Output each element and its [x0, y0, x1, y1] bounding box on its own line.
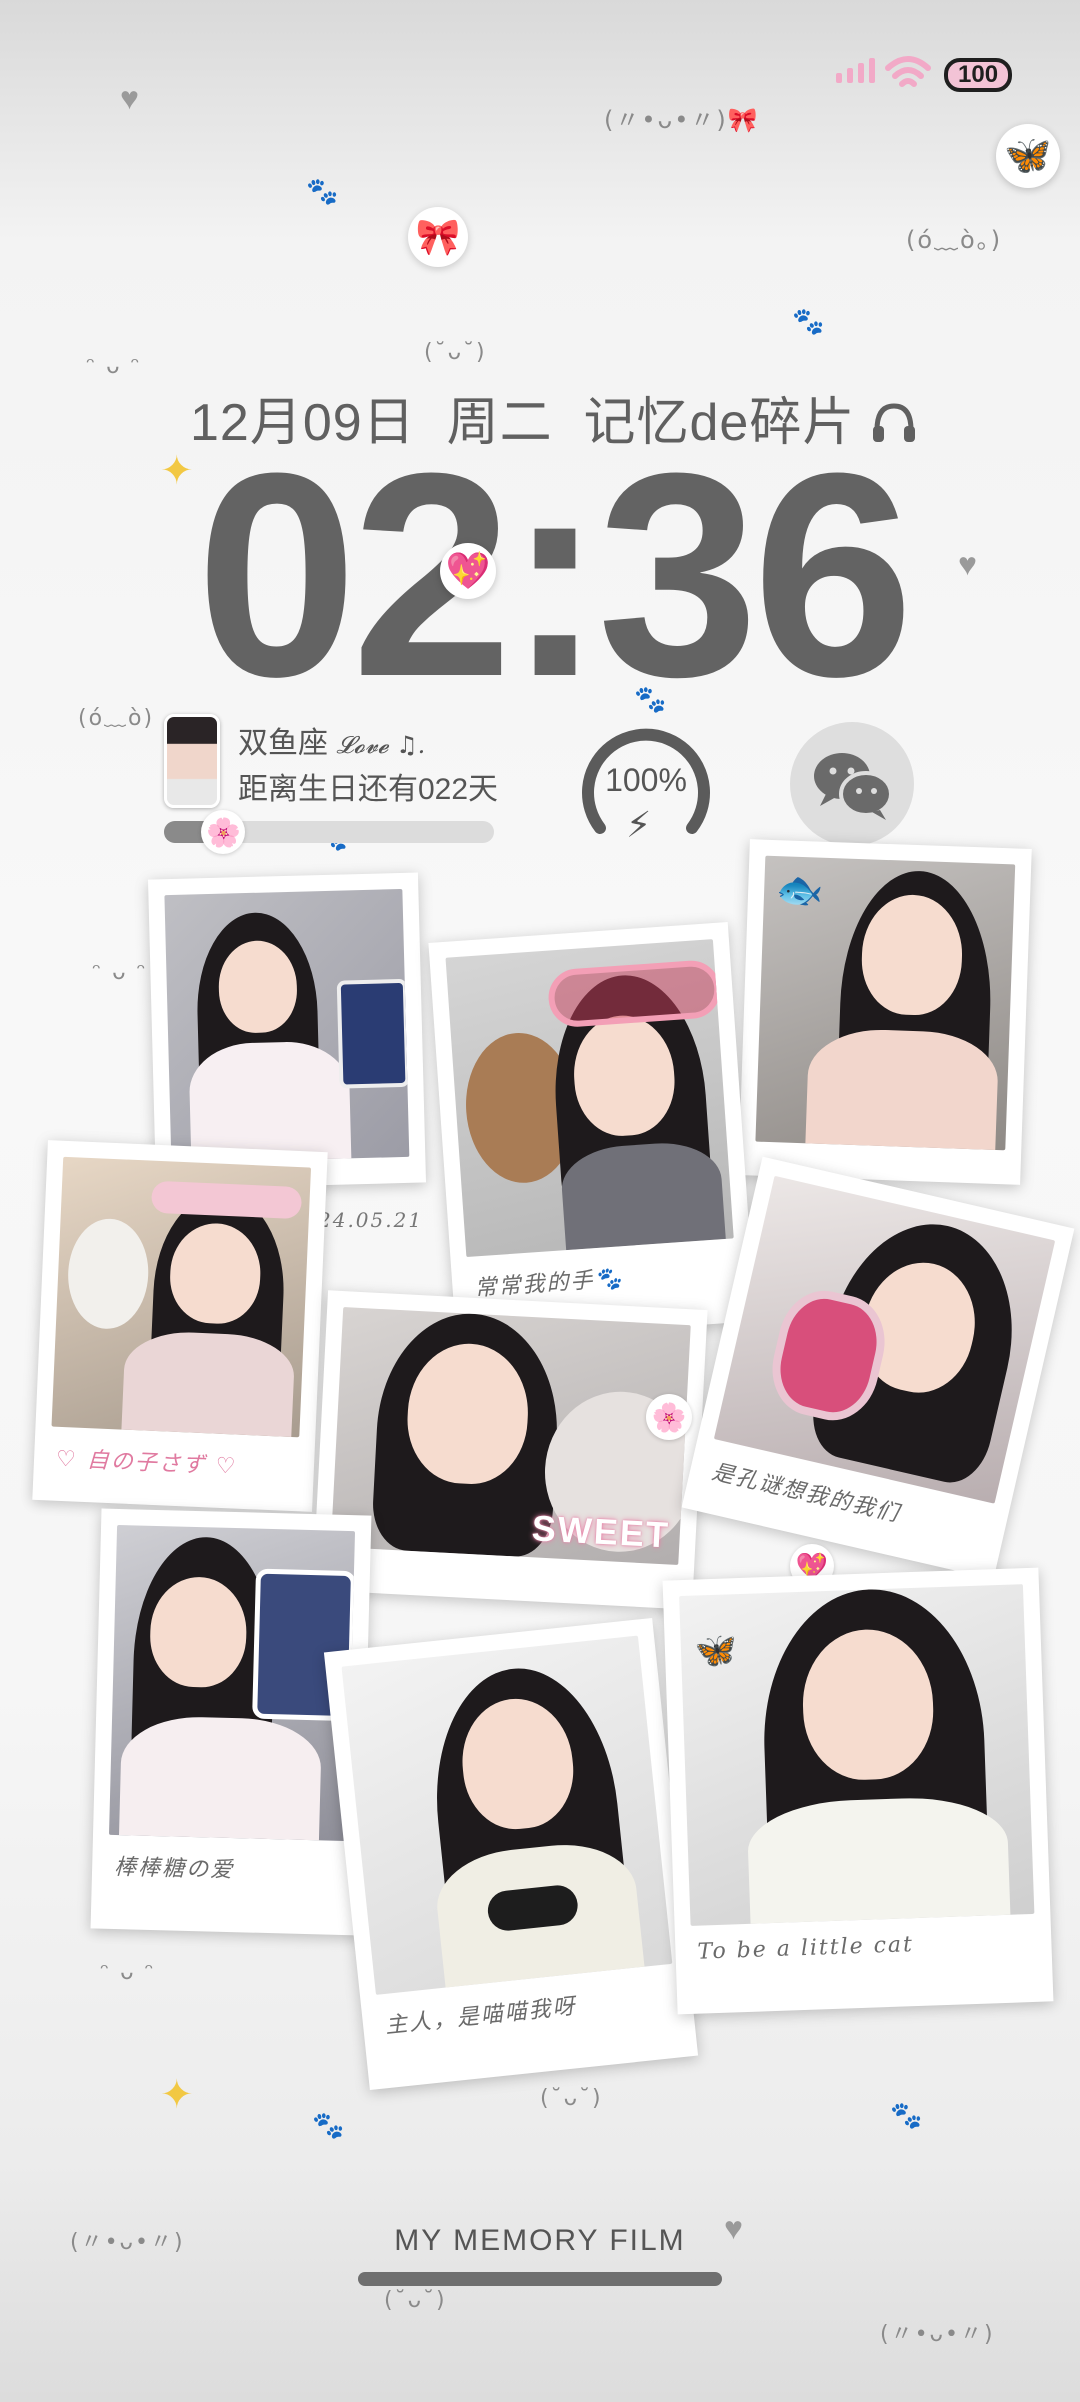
- sparkle-icon: ✦: [160, 2073, 194, 2117]
- birthday-countdown: 距离生日还有022天: [238, 773, 499, 806]
- heart-sticker-icon: 💖: [440, 543, 496, 599]
- butterfly-icon[interactable]: 🦋: [996, 124, 1060, 188]
- cat-face-doodle: (〃•ᴗ•〃): [880, 2322, 995, 2347]
- cat-face-doodle: (˘ᴗ˘): [384, 2288, 447, 2313]
- wechat-icon[interactable]: [790, 722, 914, 846]
- polaroid-photo[interactable]: 主人，是喵喵我呀: [323, 1617, 699, 2091]
- bow-icon: 🎀: [408, 207, 468, 267]
- wifi-icon: [885, 56, 931, 87]
- cat-face-doodle: (ó﹏ò): [78, 706, 155, 731]
- cat-face-doodle: ᵔ ᴗ ᵔ: [92, 960, 148, 985]
- battery-percent: 100%: [605, 762, 687, 798]
- heart-icon: ♥: [120, 80, 139, 116]
- charging-bolt-icon: ⚡: [626, 804, 652, 845]
- photo-caption: 棒棒糖の爱: [113, 1854, 235, 1884]
- cellular-signal-icon: [836, 58, 875, 83]
- paw-icon: 🐾: [306, 176, 339, 206]
- footer-title: MY MEMORY FILM: [394, 2224, 686, 2257]
- polaroid-photo[interactable]: ♡ 自の子さず ♡: [32, 1140, 328, 1512]
- cat-face-doodle: (ó﹏ò｡): [906, 226, 1003, 254]
- flower-icon: 🌸: [201, 810, 246, 854]
- cat-face-doodle: ᵔ ᴗ ᵔ: [86, 354, 142, 379]
- paw-icon: 🐾: [312, 2110, 345, 2140]
- cat-face-doodle: (˘ᴗ˘): [540, 2086, 603, 2111]
- zodiac-decoration: 𝓛𝓸𝓿𝓮 ♫.: [336, 731, 426, 759]
- battery-badge-icon: 100: [944, 58, 1013, 92]
- flower-icon: 🌸: [646, 1394, 692, 1440]
- zodiac-line: 双鱼座 𝓛𝓸𝓿𝓮 ♫.: [238, 718, 425, 762]
- polaroid-photo[interactable]: 常常我的手🐾: [428, 922, 756, 1342]
- clock-time: 02:36: [196, 413, 914, 737]
- cat-face-doodle: ᵔ ᴗ ᵔ: [100, 1960, 156, 1985]
- paw-icon: 🐾: [890, 2100, 923, 2130]
- cat-face-doodle: (〃•ᴗ•〃)🎀: [604, 106, 760, 134]
- home-indicator[interactable]: [358, 2272, 722, 2286]
- avatar: [164, 714, 220, 808]
- zodiac-text: 双鱼座: [238, 727, 328, 760]
- paw-icon: 🐾: [792, 306, 825, 336]
- polaroid-photo[interactable]: 🐟: [738, 839, 1032, 1185]
- sticker-text: SWEET: [530, 1507, 671, 1556]
- cat-face-doodle: (˘ᴗ˘): [424, 340, 487, 365]
- polaroid-photo[interactable]: 棒棒糖の爱: [90, 1508, 372, 1936]
- polaroid-photo[interactable]: SWEET: [312, 1290, 708, 1610]
- photo-caption: ♡ 自の子さず ♡: [55, 1446, 238, 1480]
- polaroid-photo[interactable]: 🦋 To be a little cat: [662, 1567, 1054, 2015]
- photo-date: 24.05.21: [318, 1208, 424, 1232]
- polaroid-photo[interactable]: [147, 872, 427, 1190]
- heart-icon: ♥: [958, 546, 977, 582]
